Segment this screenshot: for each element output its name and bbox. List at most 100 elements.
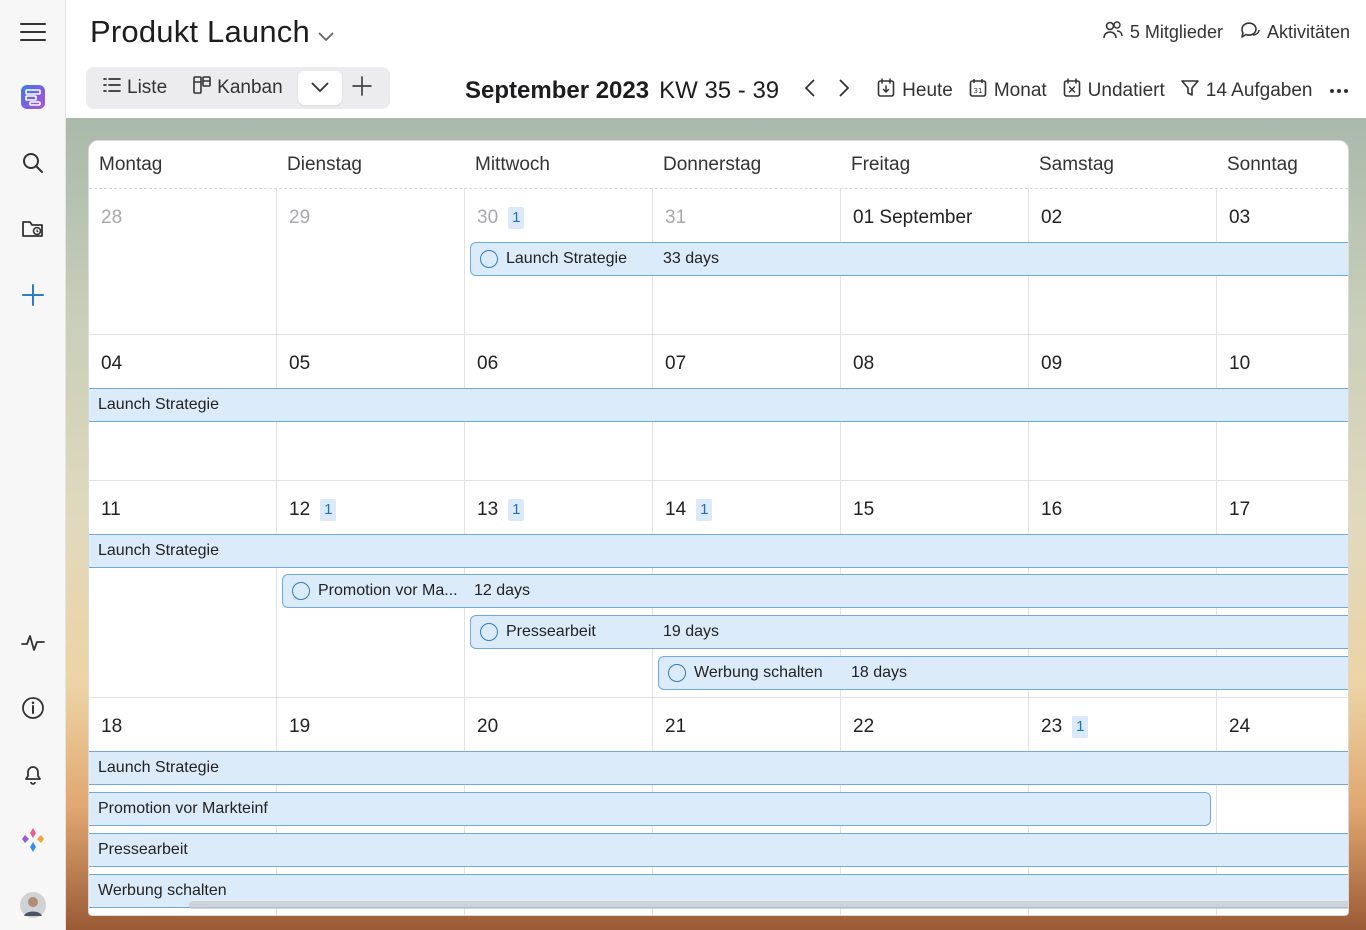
- list-icon: [103, 77, 121, 99]
- day-cell[interactable]: 16: [1041, 499, 1062, 521]
- task-count-badge: 1: [1072, 716, 1089, 738]
- day-cell[interactable]: 24: [1229, 716, 1250, 738]
- task-duration: 33 days: [663, 250, 720, 267]
- day-cell[interactable]: 04: [101, 353, 122, 375]
- chat-icon: [1239, 20, 1261, 45]
- day-cell[interactable]: 28: [101, 207, 122, 229]
- day-cell[interactable]: 05: [289, 353, 310, 375]
- task-bar-launch-strategie[interactable]: Launch Strategie: [89, 534, 1348, 568]
- calendar-today-icon: [877, 78, 895, 104]
- task-duration: 18 days: [851, 664, 908, 681]
- day-cell[interactable]: 14 1: [665, 499, 713, 521]
- task-bar-promotion[interactable]: Promotion vor Ma... 12 days: [282, 574, 1348, 608]
- day-cell[interactable]: 23 1: [1041, 716, 1089, 738]
- chevron-down-icon: [311, 79, 329, 97]
- day-cell[interactable]: 12 1: [289, 499, 337, 521]
- app-logo-icon[interactable]: [17, 81, 49, 113]
- folder-icon[interactable]: [17, 213, 49, 245]
- day-cell[interactable]: 13 1: [477, 499, 525, 521]
- plus-icon[interactable]: [17, 279, 49, 311]
- chevron-right-icon: [839, 79, 850, 103]
- project-title: Produkt Launch: [90, 14, 310, 49]
- task-count-badge: 1: [696, 499, 713, 521]
- weekday-label: Donnerstag: [663, 154, 762, 175]
- day-cell[interactable]: 18: [101, 716, 122, 738]
- menu-icon[interactable]: [17, 16, 49, 48]
- weekday-label: Sonntag: [1227, 154, 1298, 175]
- chevron-down-icon[interactable]: [318, 14, 334, 50]
- header: Produkt Launch 5 Mitglieder Aktivitäten …: [66, 0, 1366, 118]
- day-cell[interactable]: 03: [1229, 207, 1250, 229]
- horizontal-scrollbar[interactable]: [189, 901, 1348, 909]
- avatar[interactable]: [17, 889, 49, 921]
- info-icon[interactable]: [17, 692, 49, 724]
- filter-icon: [1180, 79, 1199, 103]
- task-bar-launch-strategie[interactable]: Launch Strategie: [89, 751, 1348, 785]
- previous-button[interactable]: [793, 76, 827, 106]
- left-rail: [0, 0, 66, 930]
- day-cell[interactable]: 17: [1229, 499, 1250, 521]
- task-bar-launch-strategie[interactable]: Launch Strategie: [89, 388, 1348, 422]
- day-cell[interactable]: 06: [477, 353, 498, 375]
- day-cell[interactable]: 08: [853, 353, 874, 375]
- filter-button[interactable]: 14 Aufgaben: [1180, 79, 1313, 103]
- task-count-badge: 1: [320, 499, 337, 521]
- next-button[interactable]: [827, 76, 861, 106]
- calendar-grid: Montag Dienstag Mittwoch Donnerstag Frei…: [88, 140, 1349, 916]
- day-cell[interactable]: 19: [289, 716, 310, 738]
- day-cell[interactable]: 02: [1041, 207, 1062, 229]
- task-bar-launch-strategie[interactable]: Launch Strategie 33 days: [470, 242, 1348, 276]
- bell-icon[interactable]: [17, 758, 49, 790]
- task-bar-werbung[interactable]: Werbung schalten 18 days: [658, 656, 1348, 690]
- task-checkbox[interactable]: [292, 582, 310, 600]
- task-checkbox[interactable]: [668, 664, 686, 682]
- task-bar-pressearbeit[interactable]: Pressearbeit 19 days: [470, 615, 1348, 649]
- activity-icon[interactable]: [17, 627, 49, 659]
- task-checkbox[interactable]: [480, 250, 498, 268]
- weekday-header: Montag Dienstag Mittwoch Donnerstag Frei…: [89, 141, 1348, 189]
- month-view-button[interactable]: 31 Monat: [969, 78, 1047, 104]
- day-cell[interactable]: 09: [1041, 353, 1062, 375]
- view-dropdown-button[interactable]: [297, 71, 342, 105]
- day-cell[interactable]: 10: [1229, 353, 1250, 375]
- weekday-label: Freitag: [851, 154, 911, 175]
- add-view-button[interactable]: [342, 71, 382, 105]
- day-cell[interactable]: 29: [289, 207, 310, 229]
- current-month: September 2023: [465, 77, 650, 104]
- calendar-controls: September 2023 KW 35 - 39 Heute 31 Monat…: [465, 76, 1349, 106]
- weekday-label: Samstag: [1039, 154, 1114, 175]
- task-duration: 19 days: [663, 623, 720, 640]
- more-options-icon[interactable]: [1329, 88, 1349, 94]
- task-duration: 12 days: [474, 582, 531, 599]
- list-view-button[interactable]: Liste: [90, 71, 180, 105]
- day-cell[interactable]: 15: [853, 499, 874, 521]
- day-cell[interactable]: 31: [665, 207, 686, 229]
- day-cell[interactable]: 30 1: [477, 207, 525, 229]
- sparkle-icon[interactable]: [17, 824, 49, 856]
- plus-icon: [351, 75, 372, 101]
- task-count-badge: 1: [508, 499, 525, 521]
- day-cell[interactable]: 07: [665, 353, 686, 375]
- task-bar-pressearbeit[interactable]: Pressearbeit: [89, 833, 1348, 867]
- calendar-x-icon: [1063, 78, 1081, 104]
- day-cell[interactable]: 01 September: [853, 207, 972, 229]
- kanban-view-button[interactable]: Kanban: [180, 71, 296, 105]
- view-switcher: Liste Kanban: [86, 67, 390, 109]
- search-icon[interactable]: [17, 147, 49, 179]
- members-button[interactable]: 5 Mitglieder: [1102, 20, 1223, 45]
- calendar-icon: 31: [969, 78, 987, 104]
- day-cell[interactable]: 20: [477, 716, 498, 738]
- task-count-badge: 1: [508, 207, 525, 229]
- activities-button[interactable]: Aktivitäten: [1239, 20, 1350, 45]
- page-title[interactable]: Produkt Launch: [90, 14, 334, 50]
- svg-text:31: 31: [973, 87, 982, 95]
- undated-button[interactable]: Undatiert: [1063, 78, 1165, 104]
- task-checkbox[interactable]: [480, 623, 498, 641]
- kanban-icon: [193, 76, 211, 100]
- day-cell[interactable]: 22: [853, 716, 874, 738]
- today-button[interactable]: Heute: [877, 78, 953, 104]
- task-bar-promotion[interactable]: Promotion vor Markteinf: [89, 792, 1211, 826]
- members-icon: [1102, 20, 1124, 45]
- day-cell[interactable]: 11: [101, 499, 121, 521]
- day-cell[interactable]: 21: [665, 716, 686, 738]
